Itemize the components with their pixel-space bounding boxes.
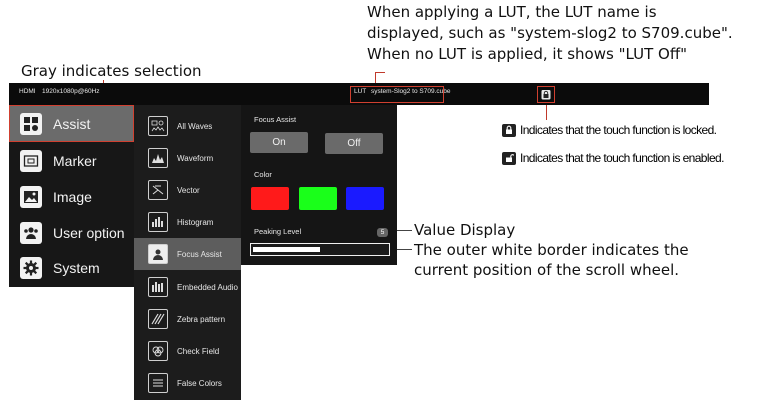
submenu-item-all-waves[interactable]: All Waves: [134, 110, 241, 142]
scroll-note-line1: The outer white border indicates the: [414, 241, 689, 259]
submenu-item-waveform[interactable]: Waveform: [134, 142, 241, 174]
input-source: HDMI: [19, 88, 36, 95]
enabled-legend-text: Indicates that the touch function is ena…: [520, 151, 724, 165]
submenu-item-label: Zebra pattern: [177, 314, 226, 324]
lut-annotation-line2: displayed, such as "system-slog2 to S709…: [367, 24, 733, 42]
lock-open-icon: [502, 151, 516, 165]
menu-item-user-option[interactable]: User option: [9, 215, 134, 250]
menu-item-label: Marker: [53, 152, 97, 169]
color-swatch-blue[interactable]: [346, 187, 384, 210]
focus-assist-on-button[interactable]: On: [250, 132, 308, 153]
all-waves-icon: [148, 116, 168, 136]
focus-assist-setting-label: Focus Assist: [254, 115, 297, 124]
audio-meter-icon: [148, 277, 168, 297]
focus-assist-icon: [148, 244, 168, 264]
menu-item-marker[interactable]: Marker: [9, 143, 134, 178]
false-colors-icon: [148, 373, 168, 393]
locked-legend: Indicates that the touch function is loc…: [502, 123, 717, 137]
users-icon: [20, 221, 42, 244]
waveform-icon: [148, 148, 168, 168]
lut-callout-line-h: [375, 72, 385, 73]
gear-icon: [20, 256, 42, 279]
menu-item-label: System: [53, 259, 100, 276]
vector-icon: [148, 180, 168, 200]
lock-callout-line: [546, 103, 547, 120]
signal-format: 1920x1080p@60Hz: [42, 88, 100, 95]
submenu-item-embedded-audio[interactable]: Embedded Audio: [134, 271, 241, 303]
peaking-level-label: Peaking Level: [254, 227, 302, 236]
submenu-item-focus-assist[interactable]: Focus Assist: [134, 238, 241, 270]
assist-submenu: All Waves Waveform Vector Histogram Focu…: [134, 105, 241, 400]
lut-annotation-line1: When applying a LUT, the LUT name is: [367, 3, 657, 21]
check-field-icon: [148, 341, 168, 361]
gray-selection-annotation: Gray indicates selection: [21, 62, 202, 80]
value-annotation: Value Display The outer white border ind…: [414, 220, 689, 280]
focus-assist-panel: [241, 105, 397, 265]
submenu-item-label: Focus Assist: [177, 249, 222, 259]
menu-item-image[interactable]: Image: [9, 179, 134, 214]
submenu-item-label: Vector: [177, 185, 200, 195]
selection-highlight: [9, 105, 134, 142]
submenu-item-check-field[interactable]: Check Field: [134, 335, 241, 367]
submenu-item-label: Histogram: [177, 217, 214, 227]
color-swatch-green[interactable]: [299, 187, 337, 210]
marker-icon: [20, 149, 42, 172]
submenu-item-label: Check Field: [177, 346, 220, 356]
peaking-level-slider[interactable]: [250, 243, 390, 256]
locked-legend-text: Indicates that the touch function is loc…: [520, 123, 717, 137]
lock-icon: [541, 90, 551, 100]
peaking-value-badge: 5: [377, 228, 388, 237]
submenu-item-label: False Colors: [177, 378, 222, 388]
submenu-item-vector[interactable]: Vector: [134, 174, 241, 206]
menu-item-label: Image: [53, 188, 92, 205]
value-display-label: Value Display: [414, 221, 516, 239]
submenu-item-label: Waveform: [177, 153, 214, 163]
submenu-item-false-colors[interactable]: False Colors: [134, 367, 241, 399]
zebra-icon: [148, 309, 168, 329]
touch-lock-button[interactable]: [537, 86, 555, 103]
enabled-legend: Indicates that the touch function is ena…: [502, 151, 724, 165]
submenu-item-label: Embedded Audio: [177, 282, 238, 292]
histogram-icon: [148, 212, 168, 232]
lut-highlight: [350, 86, 444, 103]
menu-item-label: User option: [53, 224, 125, 241]
image-icon: [20, 185, 42, 208]
color-setting-label: Color: [254, 170, 272, 179]
peaking-level-fill: [253, 247, 320, 252]
color-swatch-red[interactable]: [251, 187, 289, 210]
lut-annotation: When applying a LUT, the LUT name is dis…: [367, 2, 733, 65]
lock-closed-icon: [502, 123, 516, 137]
submenu-item-histogram[interactable]: Histogram: [134, 206, 241, 238]
lut-annotation-line3: When no LUT is applied, it shows "LUT Of…: [367, 45, 688, 63]
submenu-item-label: All Waves: [177, 121, 213, 131]
focus-assist-off-button[interactable]: Off: [325, 133, 383, 154]
submenu-item-zebra-pattern[interactable]: Zebra pattern: [134, 303, 241, 335]
scroll-note-line2: current position of the scroll wheel.: [414, 261, 680, 279]
menu-item-system[interactable]: System: [9, 250, 134, 285]
